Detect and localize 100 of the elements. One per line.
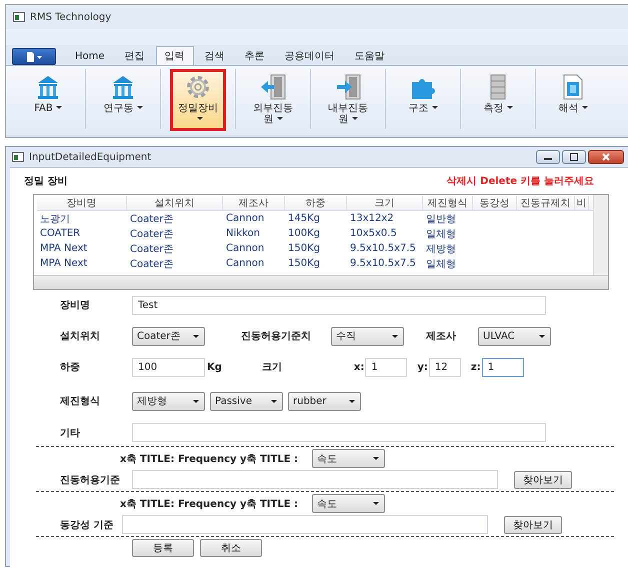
dropdown[interactable]: rubber <box>288 392 361 410</box>
column-header[interactable]: 설치위치 <box>127 196 223 210</box>
minimize-button[interactable] <box>536 150 560 164</box>
dialog-title: InputDetailedEquipment <box>29 152 152 162</box>
column-header[interactable]: 크기 <box>347 196 423 210</box>
table-cell-text: 9.5x10.5x7.5 <box>349 258 417 269</box>
input-field[interactable]: 100 <box>132 358 205 376</box>
caret-icon <box>271 400 277 402</box>
table-cell-text: MPA Next <box>39 258 88 269</box>
dropdown[interactable]: 수직 <box>331 326 404 346</box>
column-header[interactable]: 하중 <box>285 196 347 210</box>
section-heading: 정밀 장비 <box>24 175 68 188</box>
table-cell-text: Cannon <box>225 243 266 254</box>
window-title: RMS Technology <box>30 12 112 22</box>
app-icon <box>13 12 25 22</box>
dropdown[interactable]: 속도 <box>312 449 386 468</box>
table-cell-text: 150Kg <box>287 258 321 269</box>
close-icon <box>602 153 610 161</box>
input-field[interactable]: Test <box>132 296 546 314</box>
application-menu-button[interactable] <box>12 48 56 65</box>
app-icon <box>12 152 24 162</box>
column-header[interactable]: 진동규제치 <box>517 196 575 210</box>
table-cell-text: 일체형 <box>425 258 457 270</box>
table-cell-text: Coater존 <box>129 242 174 256</box>
column-header[interactable]: 제조사 <box>223 196 285 210</box>
browse-button[interactable]: 찾아보기 <box>514 470 572 488</box>
table-cell-text: 145Kg <box>287 213 321 224</box>
door-arrow-icon <box>259 73 287 101</box>
vertical-scrollbar[interactable] <box>593 195 608 275</box>
ribbon-button[interactable]: 해석 <box>545 69 601 131</box>
table-cell-text: Cannon <box>225 258 266 269</box>
field-label: x: <box>354 362 364 372</box>
caret-icon <box>373 502 380 505</box>
table-cell-text: 노광기 <box>39 212 71 226</box>
ribbon-button[interactable]: 외부진동원 <box>245 69 301 131</box>
dropdown[interactable]: Coater존 <box>132 326 205 346</box>
column-header[interactable]: 제진형식 <box>423 196 473 210</box>
field-label: 하중 <box>60 361 81 374</box>
dropdown[interactable]: Passive <box>210 392 283 410</box>
browse-button[interactable]: 찾아보기 <box>504 516 562 534</box>
caret-icon <box>56 106 62 110</box>
ribbon-tab[interactable]: 검색 <box>196 46 234 65</box>
ribbon-button[interactable]: 구조 <box>395 69 451 131</box>
ribbon-button[interactable]: 내부진동원 <box>320 69 376 131</box>
ribbon-tab[interactable]: 입력 <box>156 46 194 65</box>
column-header[interactable]: 장비명 <box>37 196 127 210</box>
field-label: 제진형식 <box>60 395 101 408</box>
table-cell-text: Cannon <box>225 213 266 224</box>
ribbon-tab[interactable]: 편집 <box>116 46 154 65</box>
input-field[interactable]: 12 <box>428 358 461 376</box>
field-label: 기타 <box>60 426 81 440</box>
input-field[interactable] <box>132 470 498 489</box>
ribbon-tab[interactable]: 도움말 <box>346 46 394 65</box>
close-button[interactable] <box>588 150 624 164</box>
table-cell-text: Nikkon <box>225 228 261 239</box>
caret-icon <box>432 106 438 110</box>
field-label: 장비명 <box>60 299 91 312</box>
field-label: 설치위치 <box>60 330 101 343</box>
ribbon-button[interactable]: 정밀장비 <box>170 69 226 131</box>
field-label: 동강성 기준 <box>60 518 114 532</box>
caret-icon <box>193 334 199 338</box>
column-header[interactable]: 비 <box>575 196 589 210</box>
action-button[interactable]: 취소 <box>200 539 262 557</box>
maximize-button[interactable] <box>562 150 586 164</box>
caret-icon <box>196 117 202 120</box>
maximize-icon <box>570 153 578 161</box>
caret-icon <box>276 117 282 120</box>
ribbon-button[interactable]: FAB <box>20 69 76 131</box>
table-cell-text: 일반형 <box>425 212 457 226</box>
dropdown[interactable]: 제방형 <box>132 392 205 410</box>
caret-icon <box>582 106 588 110</box>
input-field[interactable]: 1 <box>365 358 408 376</box>
input-field[interactable]: 1 <box>482 358 524 376</box>
ribbon-tab[interactable]: 공용데이터 <box>276 46 344 65</box>
ribbon-button[interactable]: 측정 <box>470 69 526 131</box>
caret-icon <box>506 106 512 110</box>
dropdown[interactable]: 속도 <box>312 494 386 513</box>
column-header[interactable]: 동강성 <box>473 196 517 210</box>
field-label: z: <box>470 362 481 372</box>
table-cell-text: MPA Next <box>39 243 88 254</box>
action-button[interactable]: 등록 <box>132 539 194 557</box>
ribbon-button[interactable]: 연구동 <box>95 69 151 131</box>
table-cell-text: Coater존 <box>129 212 174 226</box>
dropdown[interactable]: ULVAC <box>478 326 551 346</box>
field-label: Kg <box>207 362 222 372</box>
caret-icon <box>539 334 545 338</box>
field-label: y: <box>417 362 428 372</box>
input-field[interactable] <box>122 515 488 534</box>
table-cell-text: COATER <box>39 228 82 239</box>
ribbon-tab[interactable]: 추론 <box>236 46 274 65</box>
table-cell-text: 제방형 <box>425 242 457 256</box>
ribbon-tab[interactable]: Home <box>66 46 114 65</box>
caret-icon <box>193 400 199 402</box>
table-cell-text: 100Kg <box>287 228 321 239</box>
table-cell-text: 13x12x2 <box>349 213 395 224</box>
input-field[interactable] <box>132 423 546 442</box>
gear-icon <box>184 73 212 101</box>
table-cell-text: 일체형 <box>425 228 457 240</box>
table-cell-text: Coater존 <box>129 258 174 270</box>
horizontal-scrollbar[interactable] <box>34 275 608 289</box>
